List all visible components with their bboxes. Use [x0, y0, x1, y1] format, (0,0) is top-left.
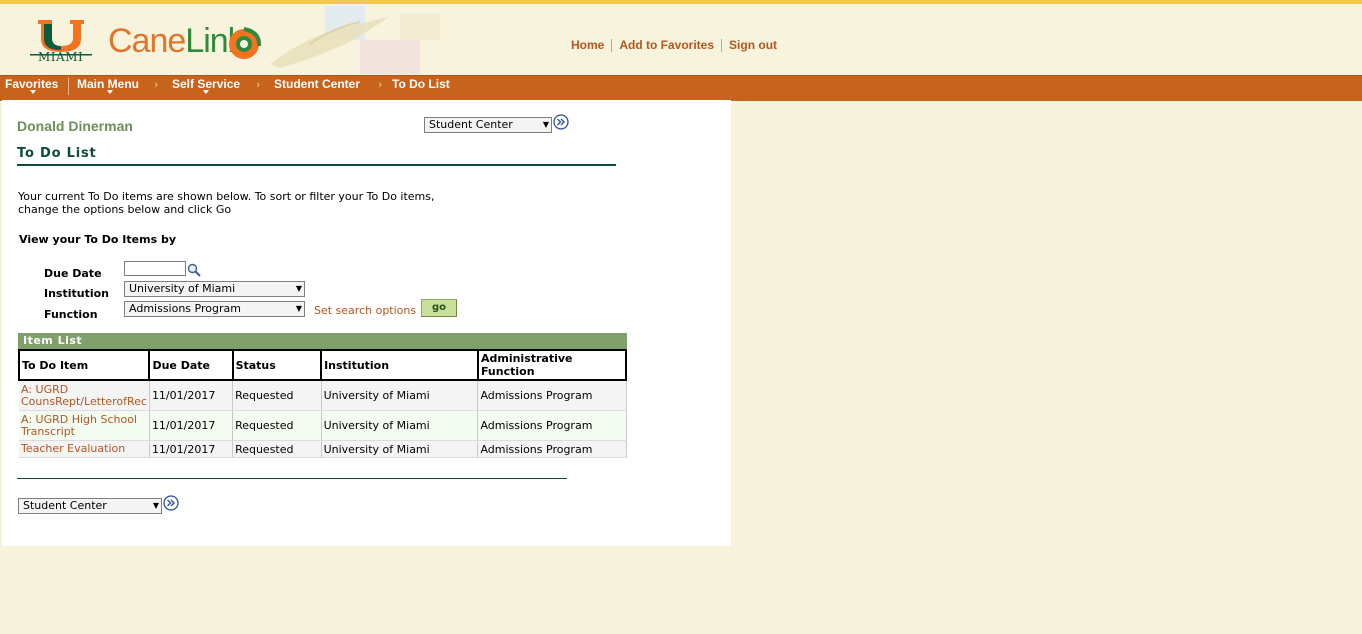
nav-bar: Favorites Main Menu › Self Service › Stu… — [0, 75, 1362, 101]
due-date-cell: 11/01/2017 — [149, 380, 234, 411]
dropdown-arrow-icon: ▼ — [295, 284, 302, 293]
column-header-institution[interactable]: Institution — [320, 349, 479, 381]
column-header-to-do-item[interactable]: To Do Item — [17, 349, 151, 381]
table-row: A: UGRD High School Transcript 11/01/201… — [19, 410, 627, 441]
status-cell: Requested — [232, 380, 322, 411]
table-header-row: To Do Item Due Date Status Institution A… — [17, 349, 628, 381]
brand-cane: Cane — [108, 22, 186, 60]
bottom-nav-select[interactable]: Student Center ▼ — [18, 498, 162, 514]
nav-favorites[interactable]: Favorites — [5, 77, 58, 91]
to-do-item-link[interactable]: A: UGRD High School Transcript — [19, 410, 150, 441]
institution-cell: University of Miami — [321, 440, 479, 458]
user-name: Donald Dinerman — [17, 118, 133, 134]
function-select-value: Admissions Program — [129, 302, 241, 315]
nav-student-center[interactable]: Student Center — [274, 77, 360, 91]
chevron-down-icon — [203, 90, 209, 94]
institution-select-value: University of Miami — [129, 282, 236, 295]
due-date-label: Due Date — [44, 267, 102, 280]
status-cell: Requested — [232, 410, 322, 441]
nav-main-menu[interactable]: Main Menu — [77, 77, 139, 91]
page-title: To Do List — [17, 146, 97, 161]
table-row: Teacher Evaluation 11/01/2017 Requested … — [19, 440, 627, 458]
set-search-options-link[interactable]: Set search options — [314, 304, 416, 317]
breadcrumb-separator: › — [154, 78, 159, 91]
content-panel — [2, 100, 731, 546]
due-date-cell: 11/01/2017 — [149, 410, 234, 441]
item-list-header: Item List — [18, 333, 627, 349]
nav-self-service[interactable]: Self Service — [172, 77, 240, 91]
breadcrumb-separator: › — [256, 78, 261, 91]
admin-function-cell: Admissions Program — [477, 440, 627, 458]
institution-cell: University of Miami — [321, 380, 479, 411]
item-list-table: To Do Item Due Date Status Institution A… — [17, 349, 628, 458]
column-header-due-date[interactable]: Due Date — [148, 349, 234, 381]
due-date-cell: 11/01/2017 — [149, 440, 234, 458]
dropdown-arrow-icon: ▼ — [542, 120, 549, 129]
nav-to-do-list[interactable]: To Do List — [392, 77, 450, 91]
go-arrow-icon[interactable] — [163, 495, 179, 511]
top-nav-select[interactable]: Student Center ▼ — [424, 117, 552, 133]
column-header-admin-function[interactable]: Administrative Function — [476, 349, 628, 381]
go-arrow-icon[interactable] — [553, 114, 569, 130]
instructions-text: Your current To Do items are shown below… — [18, 190, 435, 216]
lookup-icon[interactable] — [187, 263, 201, 277]
sign-out-link[interactable]: Sign out — [729, 38, 777, 52]
logo-miami-text: MIAMI — [38, 50, 84, 64]
bottom-divider — [17, 478, 567, 479]
header: MIAMI CaneLink Home Add to Favorites Sig… — [0, 4, 1362, 75]
nav-divider — [68, 78, 69, 95]
divider — [721, 38, 723, 52]
bottom-nav-select-value: Student Center — [23, 499, 107, 512]
to-do-item-link[interactable]: A: UGRD CounsRept/LetterofRec — [19, 380, 150, 411]
canelink-logo[interactable]: CaneLink — [108, 22, 245, 61]
divider — [611, 38, 613, 52]
function-select[interactable]: Admissions Program ▼ — [124, 301, 305, 317]
status-cell: Requested — [232, 440, 322, 458]
institution-cell: University of Miami — [321, 410, 479, 441]
column-header-status[interactable]: Status — [231, 349, 323, 381]
chevron-down-icon — [30, 90, 36, 94]
dropdown-arrow-icon: ▼ — [295, 304, 302, 313]
go-button[interactable]: go — [421, 299, 457, 317]
home-link[interactable]: Home — [571, 38, 604, 52]
to-do-item-link[interactable]: Teacher Evaluation — [19, 440, 150, 458]
table-row: A: UGRD CounsRept/LetterofRec 11/01/2017… — [19, 380, 627, 411]
admin-function-cell: Admissions Program — [477, 410, 627, 441]
institution-select[interactable]: University of Miami ▼ — [124, 281, 305, 297]
chevron-down-icon — [107, 90, 113, 94]
view-by-label: View your To Do Items by — [19, 233, 176, 246]
header-links: Home Add to Favorites Sign out — [571, 38, 777, 52]
dropdown-arrow-icon: ▼ — [152, 501, 159, 510]
admin-function-cell: Admissions Program — [477, 380, 627, 411]
add-to-favorites-link[interactable]: Add to Favorites — [619, 38, 714, 52]
institution-label: Institution — [44, 287, 110, 300]
due-date-input[interactable] — [124, 261, 186, 276]
function-label: Function — [44, 308, 98, 321]
header-art — [270, 6, 440, 74]
swirl-icon — [229, 27, 262, 59]
title-underline — [17, 164, 616, 166]
top-nav-select-value: Student Center — [429, 118, 513, 131]
breadcrumb-separator: › — [378, 78, 383, 91]
